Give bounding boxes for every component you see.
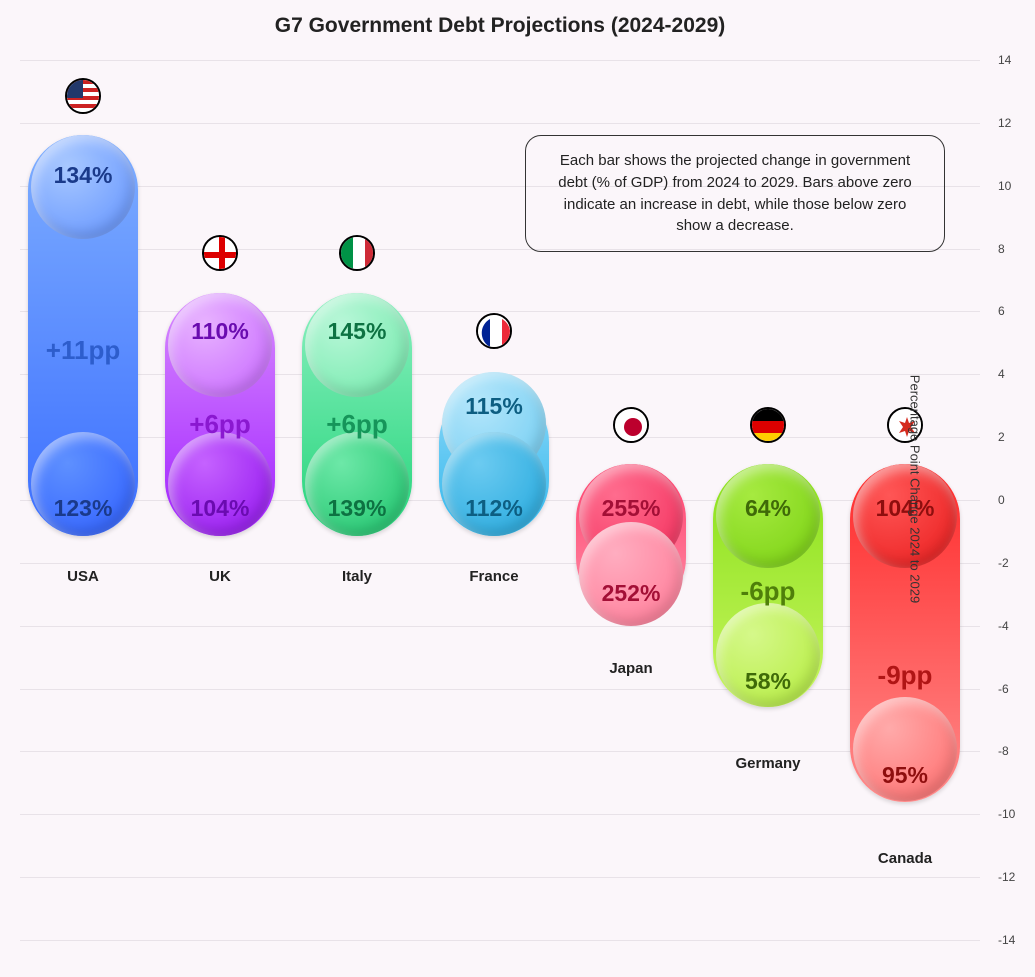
debt-2024-canada: 104% [876,495,935,522]
flag-icon-italy [339,235,375,271]
flag-icon-uk [202,235,238,271]
tick-label: 4 [998,367,1028,381]
gridline [20,814,980,815]
tick-label: 6 [998,304,1028,318]
debt-2024-italy: 139% [328,495,387,522]
change-usa: +11pp [46,335,120,366]
change-italy: +6pp [326,409,387,440]
tick-label: 10 [998,179,1028,193]
debt-2029-france: 115% [465,393,523,420]
flag-icon-france [476,313,512,349]
tick-label: 0 [998,493,1028,507]
gridline [20,751,980,752]
debt-2029-germany: 58% [745,668,791,695]
gridline [20,689,980,690]
debt-2024-germany: 64% [745,495,791,522]
gridline [20,563,980,564]
debt-2029-canada: 95% [882,762,928,789]
change-germany: -6pp [741,576,796,607]
bubble-japan-bot [579,522,683,626]
debt-2024-usa: 123% [54,495,113,522]
gridline [20,626,980,627]
country-label-france: France [469,568,518,585]
chart-container: G7 Government Debt Projections (2024-202… [0,0,1035,977]
gridline [20,877,980,878]
country-label-usa: USA [67,568,99,585]
debt-2024-uk: 104% [191,495,250,522]
flag-icon-germany [750,407,786,443]
tick-label: 2 [998,430,1028,444]
tick-label: -4 [998,619,1028,633]
tick-label: -14 [998,933,1028,947]
debt-2029-japan: 252% [602,580,661,607]
country-label-japan: Japan [609,660,652,677]
debt-2029-italy: 145% [328,318,387,345]
y-axis-title: Percentage Point Change 2024 to 2029 [907,374,922,602]
tick-label: -8 [998,744,1028,758]
country-label-uk: UK [209,568,231,585]
tick-label: -10 [998,807,1028,821]
gridline [20,940,980,941]
tick-label: 12 [998,116,1028,130]
gridline [20,60,980,61]
flag-icon-japan [613,407,649,443]
gridline [20,311,980,312]
gridline [20,123,980,124]
debt-2029-uk: 110% [191,318,249,345]
tick-label: 14 [998,53,1028,67]
tick-label: 8 [998,242,1028,256]
change-uk: +6pp [189,409,250,440]
debt-2024-france: 112% [465,495,523,522]
country-label-germany: Germany [735,755,800,772]
plot-area: 14 12 10 8 6 4 2 0 -2 -4 -6 -8 -10 -12 -… [20,60,980,940]
debt-2024-japan: 255% [602,495,661,522]
tick-label: -6 [998,682,1028,696]
debt-2029-usa: 134% [54,162,113,189]
flag-icon-usa [65,78,101,114]
tick-label: -2 [998,556,1028,570]
chart-title: G7 Government Debt Projections (2024-202… [0,14,1000,38]
country-label-canada: Canada [878,850,932,867]
annotation-box: Each bar shows the projected change in g… [525,135,945,252]
country-label-italy: Italy [342,568,372,585]
tick-label: -12 [998,870,1028,884]
change-canada: -9pp [878,660,933,691]
